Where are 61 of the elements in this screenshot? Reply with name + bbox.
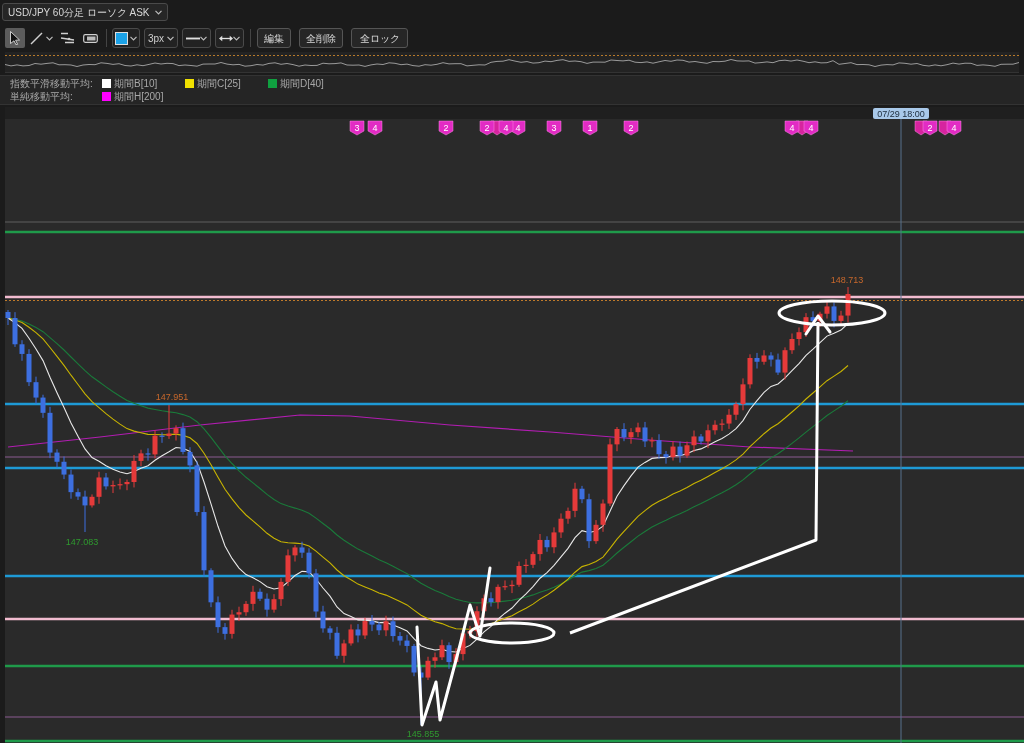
falling-candle [831,301,837,328]
parallel-lines-icon [59,32,75,44]
chevron-down-icon [233,35,240,41]
event-flag[interactable]: 3 [546,120,562,136]
navigator-panel[interactable] [5,52,1019,73]
chevron-down-icon [130,35,137,41]
falling-candle [810,310,816,328]
double-arrow-icon [219,34,233,42]
chevron-down-icon [167,35,174,41]
falling-candle [355,623,361,643]
rising-candle [649,436,655,448]
event-flag[interactable]: 2 [479,120,495,136]
chevron-down-icon [154,9,162,15]
price-label: 145.855 [406,729,440,739]
legend-entry: 期間B[10] [114,77,158,90]
legend-entry: 期間D[40] [280,77,324,90]
price-label: 147.951 [155,392,189,402]
chevron-down-icon [46,35,53,41]
rising-candle [362,617,368,640]
falling-candle [446,641,452,670]
color-picker-button[interactable] [112,28,140,48]
legend-title: 指数平滑移動平均: [10,77,94,90]
falling-candle [145,447,151,462]
event-flag[interactable]: 3 [349,120,365,136]
falling-candle [103,472,109,491]
rising-candle [152,429,158,459]
toolbar-button[interactable]: 全削除 [299,28,343,48]
chevron-down-icon [200,35,207,41]
line-style-icon [186,36,200,40]
rising-candle [383,615,389,637]
legend-entry: 期間H[200] [114,90,164,103]
symbol-select[interactable]: USD/JPY 60分足 ローソク ASK [2,3,168,21]
falling-candle [642,421,648,448]
falling-candle [754,352,760,370]
legend-entry: 期間C[25] [197,77,241,90]
event-flag[interactable]: 2 [438,120,454,136]
toolbar-button[interactable]: 編集 [257,28,291,48]
line-tool-icon [30,31,43,45]
falling-candle [677,441,683,464]
price-label: 147.083 [65,537,99,547]
falling-candle [698,433,704,446]
style-select[interactable] [182,28,211,48]
rectangle-tool-icon [82,33,98,43]
event-flag[interactable]: 1 [582,120,598,136]
falling-candle [488,591,494,608]
event-flag[interactable]: 4 [367,120,383,136]
price-label: 148.713 [830,275,864,285]
legend-title: 単純移動平均: [10,90,74,103]
rising-candle [761,349,767,366]
line-width-select[interactable]: 3px [144,28,178,48]
falling-candle [621,422,627,442]
style-select[interactable] [215,28,244,48]
time-label: 07/29 18:00 [873,108,929,119]
drawing-tool-button[interactable] [5,28,25,48]
toolbar-button[interactable]: 全ロック [351,28,408,48]
event-flag[interactable]: 4 [784,120,800,136]
cursor-arrow-icon [10,31,20,45]
rising-candle [670,440,676,462]
falling-candle [544,535,550,553]
falling-candle [159,431,165,444]
event-flag[interactable]: 2 [623,120,639,136]
